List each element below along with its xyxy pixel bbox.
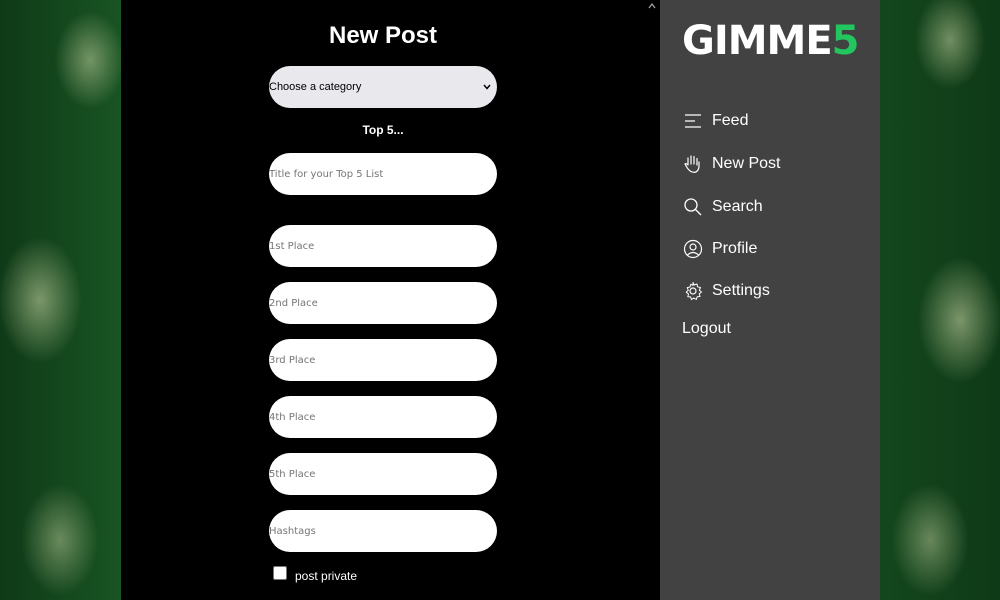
sidebar-item-label: Feed (712, 112, 749, 129)
category-select-value: Choose a category (269, 81, 362, 93)
sidebar-item-label: Settings (712, 282, 770, 299)
search-icon (682, 196, 704, 218)
hashtags-placeholder: Hashtags (269, 525, 316, 537)
place1-input[interactable]: 1st Place (269, 225, 497, 267)
list-title-input[interactable]: Title for your Top 5 List (269, 153, 497, 195)
logout-link[interactable]: Logout (682, 320, 731, 338)
place4-input[interactable]: 4th Place (269, 396, 497, 438)
profile-icon (682, 238, 704, 260)
top5-label: Top 5... (362, 123, 404, 137)
place3-input[interactable]: 3rd Place (269, 339, 497, 381)
post-private-checkbox[interactable] (273, 566, 287, 580)
sidebar-item-profile[interactable]: Profile (682, 236, 757, 262)
place5-input[interactable]: 5th Place (269, 453, 497, 495)
new-post-panel: New Post Choose a category Top 5... Titl… (121, 0, 660, 600)
place5-placeholder: 5th Place (269, 468, 316, 480)
gimme5-logo[interactable]: GIMME5 (682, 20, 859, 62)
sidebar-item-settings[interactable]: Settings (682, 278, 770, 304)
logo-text: GIMME (682, 18, 833, 64)
logo-accent-text: 5 (831, 18, 860, 64)
hand-icon (682, 153, 704, 175)
place3-placeholder: 3rd Place (269, 354, 316, 366)
chevron-down-icon (483, 82, 491, 92)
sidebar-item-label: Profile (712, 240, 758, 257)
sidebar-item-search[interactable]: Search (682, 194, 763, 220)
feed-lines-icon (682, 110, 704, 132)
place2-input[interactable]: 2nd Place (269, 282, 497, 324)
gear-icon (682, 280, 704, 302)
place1-placeholder: 1st Place (269, 240, 315, 252)
sidebar-item-feed[interactable]: Feed (682, 108, 748, 134)
sidebar-item-label: New Post (712, 155, 781, 172)
sidebar-item-label: Search (712, 198, 763, 215)
sidebar: GIMME5 Feed New Post Search Profile Sett… (660, 0, 880, 600)
scroll-up-arrow-icon[interactable] (646, 2, 658, 12)
post-private-label: post private (295, 569, 358, 583)
place2-placeholder: 2nd Place (269, 297, 318, 309)
sidebar-item-new-post[interactable]: New Post (682, 151, 780, 177)
hashtags-input[interactable]: Hashtags (269, 510, 497, 552)
page-title: New Post (328, 22, 438, 49)
list-title-placeholder: Title for your Top 5 List (269, 168, 384, 180)
place4-placeholder: 4th Place (269, 411, 316, 423)
category-select[interactable]: Choose a category (269, 66, 497, 108)
